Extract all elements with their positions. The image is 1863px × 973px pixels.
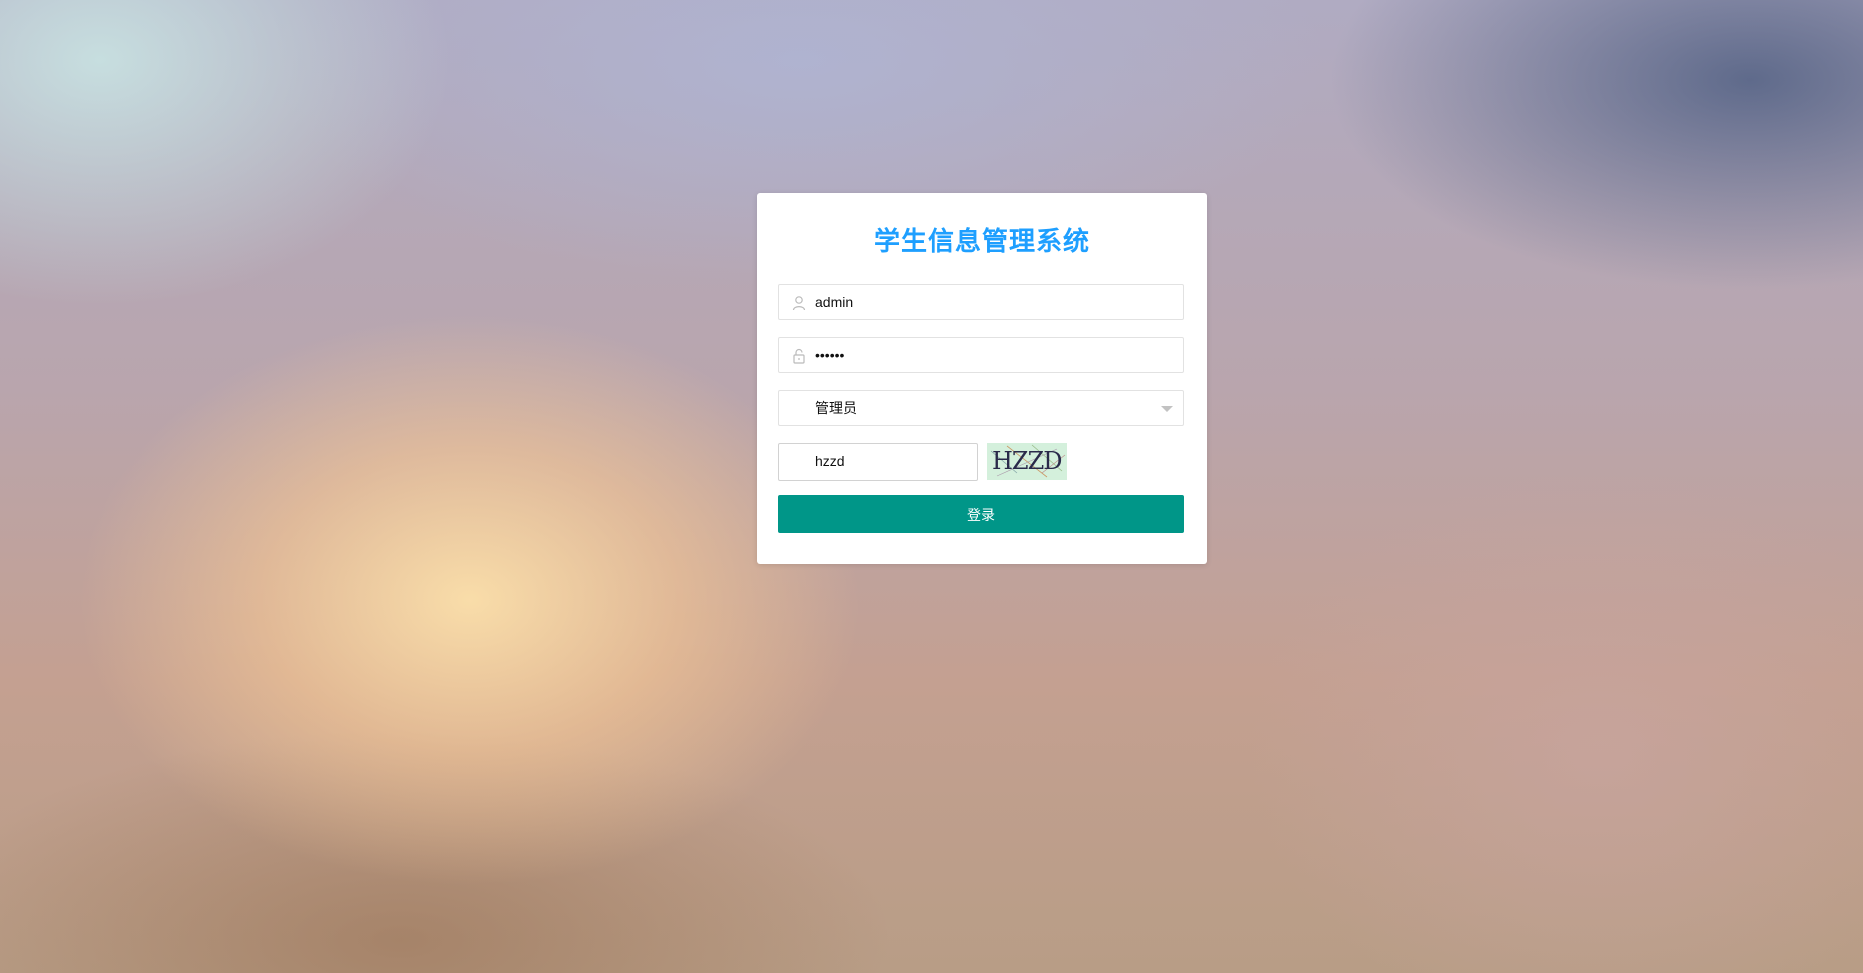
- password-value: ••••••: [815, 347, 845, 363]
- user-icon: [791, 295, 807, 311]
- captcha-input[interactable]: hzzd: [778, 443, 978, 481]
- captcha-input-value: hzzd: [815, 453, 845, 469]
- username-field[interactable]: admin: [778, 284, 1184, 320]
- login-card: 学生信息管理系统 admin •••••• 管理员 hzzd HZZD 登录: [757, 193, 1207, 564]
- page-title: 学生信息管理系统: [873, 226, 1090, 256]
- role-selected-value: 管理员: [815, 400, 857, 416]
- captcha-image[interactable]: HZZD: [987, 443, 1067, 480]
- captcha-text: HZZD: [992, 447, 1063, 475]
- chevron-down-icon: [1161, 406, 1173, 412]
- login-button[interactable]: 登录: [778, 495, 1184, 533]
- lock-icon: [791, 348, 807, 364]
- role-select[interactable]: 管理员: [778, 390, 1184, 426]
- password-field[interactable]: ••••••: [778, 337, 1184, 373]
- username-value: admin: [815, 294, 854, 310]
